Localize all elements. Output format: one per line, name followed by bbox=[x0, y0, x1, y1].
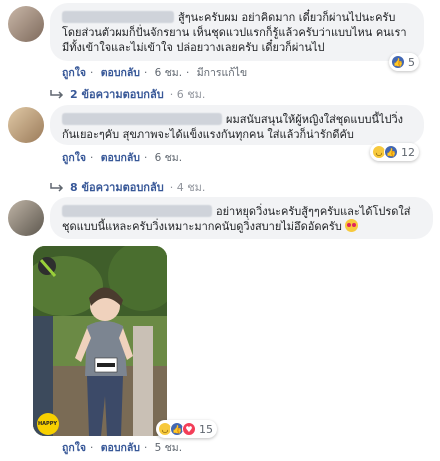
commenter-name[interactable] bbox=[62, 205, 212, 217]
reaction-summary[interactable]: 👍 5 bbox=[389, 53, 419, 71]
view-replies-link[interactable]: 2 ข้อความตอบกลับ · 6 ชม. bbox=[50, 85, 205, 103]
comment-actions: ถูกใจ · ตอบกลับ · 5 ชม. bbox=[62, 442, 183, 454]
photo-badge: HAPPY bbox=[38, 421, 58, 427]
comment-bubble: ผมสนับสนุนให้ผู้หญิงใส่ชุดแบบนี้ไปวิ่งกั… bbox=[50, 105, 424, 145]
reply-arrow-icon bbox=[50, 183, 64, 192]
comment-actions: ถูกใจ · ตอบกลับ · 6 ชม. · มีการแก้ไข bbox=[62, 67, 248, 79]
edited-label[interactable]: มีการแก้ไข bbox=[197, 67, 247, 79]
reaction-summary[interactable]: ◡ 👍 12 bbox=[370, 143, 419, 161]
comment-time[interactable]: 5 ชม. bbox=[155, 442, 182, 454]
commenter-avatar[interactable] bbox=[8, 200, 44, 236]
heart-eyes-emoji bbox=[345, 219, 359, 232]
comment-time[interactable]: 6 ชม. bbox=[155, 152, 182, 164]
reply-button[interactable]: ตอบกลับ bbox=[101, 152, 140, 164]
commenter-name[interactable] bbox=[62, 113, 222, 125]
replies-count-label[interactable]: 8 ข้อความตอบกลับ bbox=[70, 178, 164, 196]
reply-button[interactable]: ตอบกลับ bbox=[101, 67, 140, 79]
like-button[interactable]: ถูกใจ bbox=[62, 442, 86, 454]
commenter-name[interactable] bbox=[62, 11, 174, 23]
comment-bubble: อย่าหยุดวิ่งนะครับสู้ๆๆครับและได้โปรดใส่… bbox=[50, 197, 433, 239]
like-reaction-icon: 👍 bbox=[391, 55, 405, 69]
runner-photo-illustration bbox=[33, 246, 167, 436]
like-button[interactable]: ถูกใจ bbox=[62, 152, 86, 164]
view-replies-link[interactable]: 8 ข้อความตอบกลับ · 4 ชม. bbox=[50, 178, 205, 196]
love-reaction-icon: ♥ bbox=[182, 422, 196, 436]
reaction-count: 12 bbox=[401, 145, 415, 159]
comment-bubble: สู้ๆนะครับผม อย่าคิดมาก เดี๋ยวก็ผ่านไปนะ… bbox=[50, 3, 424, 61]
reaction-summary[interactable]: ◡ 👍 ♥ 15 bbox=[156, 420, 217, 438]
reaction-count: 5 bbox=[408, 55, 415, 69]
reaction-count: 15 bbox=[199, 422, 213, 436]
replies-time: · 4 ชม. bbox=[169, 181, 206, 194]
like-reaction-icon: 👍 bbox=[384, 145, 398, 159]
like-button[interactable]: ถูกใจ bbox=[62, 67, 86, 79]
replies-count-label[interactable]: 2 ข้อความตอบกลับ bbox=[70, 85, 164, 103]
commenter-avatar[interactable] bbox=[8, 107, 44, 143]
replies-time: · 6 ชม. bbox=[169, 88, 206, 101]
comment-actions: ถูกใจ · ตอบกลับ · 6 ชม. bbox=[62, 152, 183, 164]
reply-button[interactable]: ตอบกลับ bbox=[101, 442, 140, 454]
comment-time[interactable]: 6 ชม. bbox=[155, 67, 182, 79]
comment-photo[interactable]: HAPPY bbox=[33, 246, 167, 436]
reply-arrow-icon bbox=[50, 90, 64, 99]
commenter-avatar[interactable] bbox=[8, 6, 44, 42]
